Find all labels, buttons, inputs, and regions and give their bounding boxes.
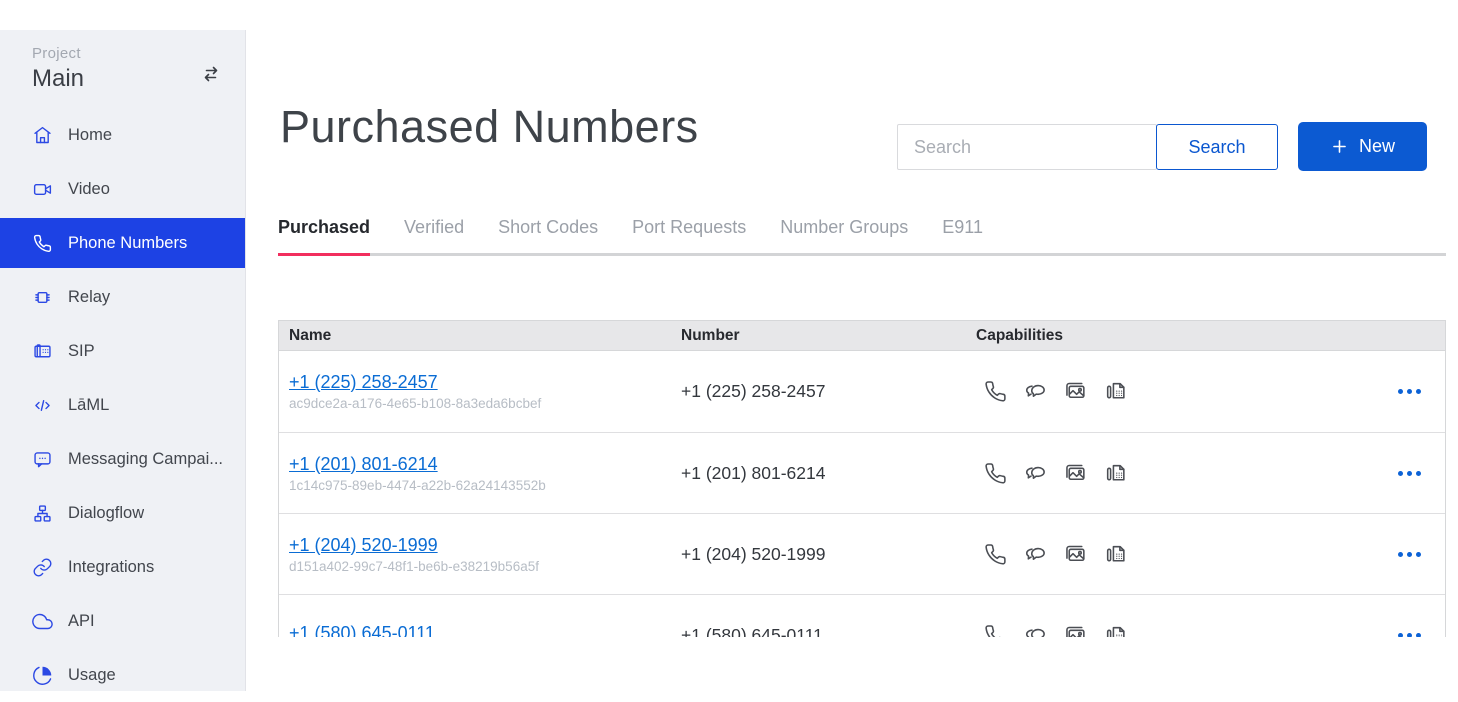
sidebar-nav: Home Video Phone Numbers Relay SIP LāML … [0, 108, 245, 702]
sms-icon [1023, 623, 1048, 638]
sidebar-item-sip[interactable]: SIP [0, 324, 245, 378]
tab-short-codes[interactable]: Short Codes [498, 217, 598, 256]
numbers-table-wrap: Name Number Capabilities +1 (225) 258-24… [278, 320, 1446, 637]
number-value: +1 (201) 801-6214 [673, 433, 968, 513]
number-value: +1 (225) 258-2457 [673, 351, 968, 432]
table-body: +1 (225) 258-2457 ac9dce2a-a176-4e65-b10… [279, 351, 1445, 637]
sidebar-item-relay[interactable]: Relay [0, 270, 245, 324]
table-row: +1 (204) 520-1999 d151a402-99c7-48f1-be6… [279, 513, 1445, 594]
mms-icon [1063, 461, 1088, 486]
number-uuid: 1c14c975-89eb-4474-a22b-62a24143552b [289, 478, 673, 493]
row-menu-button[interactable] [1394, 629, 1425, 638]
search-button[interactable]: Search [1156, 124, 1278, 170]
capabilities-cell [968, 433, 1341, 513]
home-icon [32, 125, 53, 146]
cloud-icon [32, 611, 53, 632]
sidebar-item-usage[interactable]: Usage [0, 648, 245, 702]
sitemap-icon [32, 503, 53, 524]
project-label: Project [32, 45, 225, 62]
project-block: Project Main [0, 30, 245, 93]
number-uuid: d151a402-99c7-48f1-be6b-e38219b56a5f [289, 559, 673, 574]
table-row: +1 (225) 258-2457 ac9dce2a-a176-4e65-b10… [279, 351, 1445, 432]
tab-verified[interactable]: Verified [404, 217, 464, 256]
sidebar-item-home[interactable]: Home [0, 108, 245, 162]
sidebar-item-video[interactable]: Video [0, 162, 245, 216]
table-header-row: Name Number Capabilities [279, 321, 1445, 351]
sidebar-item-dialogflow[interactable]: Dialogflow [0, 486, 245, 540]
number-value: +1 (204) 520-1999 [673, 514, 968, 594]
code-icon [32, 395, 53, 416]
project-switcher-button[interactable] [197, 62, 225, 86]
search-input[interactable] [897, 124, 1157, 170]
tab-port-requests[interactable]: Port Requests [632, 217, 746, 256]
row-menu-button[interactable] [1394, 467, 1425, 480]
row-menu-button[interactable] [1394, 385, 1425, 398]
column-header-number: Number [673, 327, 968, 345]
number-name-link[interactable]: +1 (580) 645-0111 [289, 623, 435, 637]
table-row: +1 (580) 645-0111 +1 (580) 645-0111 [279, 594, 1445, 637]
chip-icon [32, 287, 53, 308]
page-title: Purchased Numbers [280, 101, 699, 153]
sidebar-item-integrations[interactable]: Integrations [0, 540, 245, 594]
fax-icon [1103, 623, 1128, 638]
voice-icon [983, 542, 1008, 567]
number-name-link[interactable]: +1 (225) 258-2457 [289, 372, 438, 393]
voice-icon [983, 461, 1008, 486]
sidebar-item-messaging-campai[interactable]: Messaging Campai... [0, 432, 245, 486]
ellipsis-icon [1398, 552, 1403, 557]
column-header-name: Name [279, 327, 673, 345]
mms-icon [1063, 542, 1088, 567]
ellipsis-icon [1398, 389, 1403, 394]
new-button[interactable]: New [1298, 122, 1427, 171]
capabilities-cell [968, 595, 1341, 637]
sidebar-item-api[interactable]: API [0, 594, 245, 648]
video-icon [32, 179, 53, 200]
ellipsis-icon [1398, 471, 1403, 476]
app: { "sidebar": { "project_label": "Project… [0, 0, 1458, 691]
row-menu-button[interactable] [1394, 548, 1425, 561]
message-icon [32, 449, 53, 470]
sms-icon [1023, 379, 1048, 404]
sms-icon [1023, 461, 1048, 486]
number-name-link[interactable]: +1 (204) 520-1999 [289, 535, 438, 556]
mms-icon [1063, 623, 1088, 638]
voice-icon [983, 379, 1008, 404]
number-name-link[interactable]: +1 (201) 801-6214 [289, 454, 438, 475]
capabilities-cell [968, 351, 1341, 432]
column-header-capabilities: Capabilities [968, 327, 1341, 345]
tab-bar: Purchased Verified Short Codes Port Requ… [278, 217, 1446, 256]
numbers-table: Name Number Capabilities +1 (225) 258-24… [278, 320, 1446, 637]
voice-icon [983, 623, 1008, 638]
sms-icon [1023, 542, 1048, 567]
fax-icon [1103, 379, 1128, 404]
swap-icon [197, 74, 225, 89]
phone-icon [32, 233, 53, 254]
tab-purchased[interactable]: Purchased [278, 217, 370, 256]
plus-icon [1330, 137, 1349, 156]
tab-number-groups[interactable]: Number Groups [780, 217, 908, 256]
number-uuid: ac9dce2a-a176-4e65-b108-8a3eda6bcbef [289, 396, 673, 411]
sidebar-item-phone-numbers[interactable]: Phone Numbers [0, 218, 245, 268]
sidebar-item-l-ml[interactable]: LāML [0, 378, 245, 432]
sip-phone-icon [32, 341, 53, 362]
fax-icon [1103, 542, 1128, 567]
pie-chart-icon [32, 665, 53, 686]
new-button-label: New [1359, 136, 1395, 157]
sidebar: Project Main Home Video Phone Numbers Re… [0, 30, 246, 691]
number-value: +1 (580) 645-0111 [673, 595, 968, 637]
link-icon [32, 557, 53, 578]
fax-icon [1103, 461, 1128, 486]
ellipsis-icon [1398, 633, 1403, 638]
table-row: +1 (201) 801-6214 1c14c975-89eb-4474-a22… [279, 432, 1445, 513]
capabilities-cell [968, 514, 1341, 594]
tab-e911[interactable]: E911 [942, 217, 983, 256]
mms-icon [1063, 379, 1088, 404]
